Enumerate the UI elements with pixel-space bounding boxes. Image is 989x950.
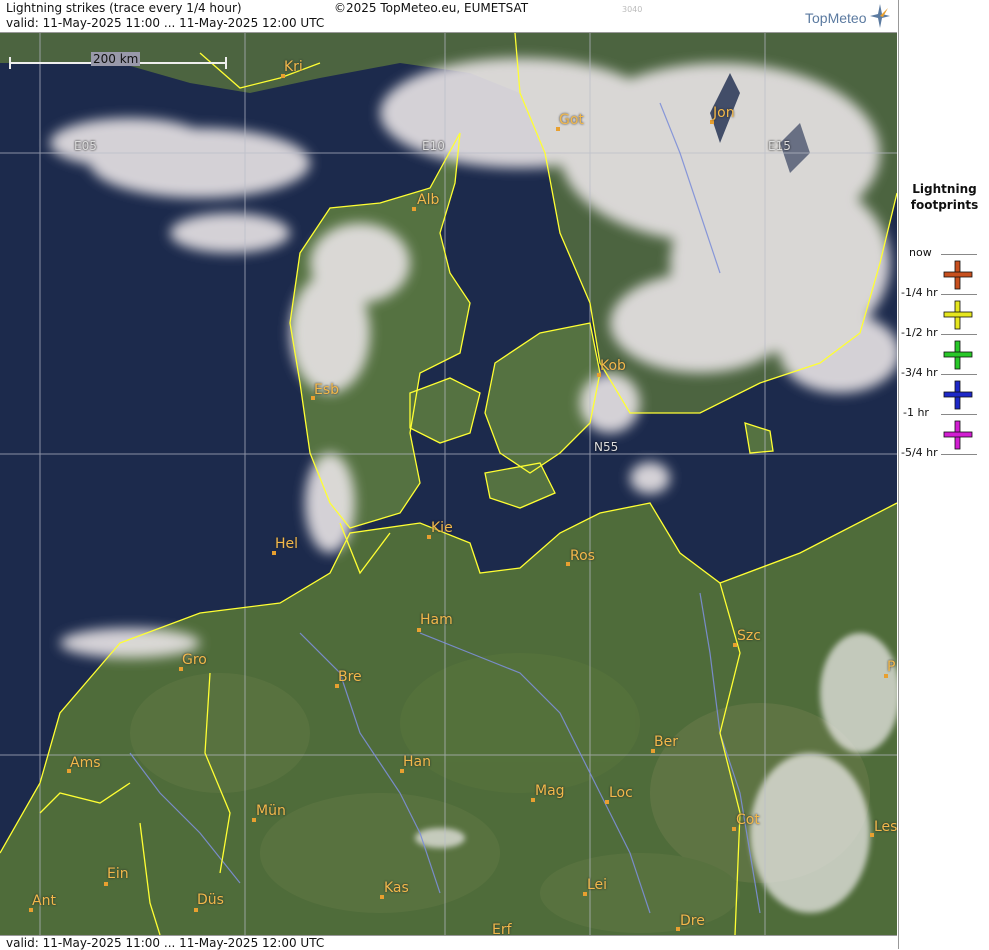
legend-divider [941, 254, 977, 255]
city-label: Ant [32, 893, 56, 909]
legend-divider [941, 334, 977, 335]
legend-title-line1: Lightning [912, 182, 977, 196]
city-label: Gro [182, 652, 207, 668]
legend-divider [941, 414, 977, 415]
legend-row-hour: -1 hr [899, 404, 989, 450]
city-label: Mag [535, 783, 565, 799]
legend-row-three-quarter: -3/4 hr [899, 364, 989, 410]
city-label: Kas [384, 880, 409, 896]
copyright-text: ©2025 TopMeteo.eu, EUMETSAT [334, 1, 529, 15]
scale-bar: 200 km [9, 52, 227, 69]
map-canvas [0, 33, 897, 935]
city-label: Ber [654, 734, 678, 750]
city-label: Ham [420, 612, 453, 628]
legend-divider [941, 374, 977, 375]
scale-tick-right [225, 57, 227, 69]
map-title: Lightning strikes (trace every 1/4 hour) [6, 1, 242, 15]
legend-row-quarter: -1/4 hr [899, 284, 989, 330]
city-label: Got [559, 112, 584, 128]
city-label: Erf [492, 922, 512, 935]
image-code: 3040 [622, 5, 643, 14]
city-dot [412, 207, 416, 211]
city-dot [417, 628, 421, 632]
legend-row-now: now [899, 244, 989, 290]
legend-row-five-quarter: -5/4 hr [899, 444, 989, 484]
legend-title-line2: footprints [910, 198, 979, 212]
city-label: Cot [736, 812, 760, 828]
city-dot [104, 882, 108, 886]
grid-label-e15: E15 [768, 139, 791, 153]
city-label: Jon [713, 105, 735, 121]
city-label: Dre [680, 913, 705, 929]
city-label: Düs [197, 892, 224, 908]
satellite-map[interactable]: 200 km E05 E10 E15 N55 Kri Got Jon Alb K… [0, 33, 897, 935]
city-label: Les [874, 819, 897, 835]
city-label: Loc [609, 785, 633, 801]
grid-label-e05: E05 [74, 139, 97, 153]
grid-label-n55: N55 [594, 440, 619, 454]
compass-star-icon [870, 4, 890, 28]
grid-label-e10: E10 [422, 139, 445, 153]
legend-label: -5/4 hr [901, 446, 938, 459]
legend-label: now [909, 246, 932, 259]
city-label: Esb [314, 382, 340, 398]
city-label: P [887, 659, 896, 675]
legend-label: -3/4 hr [901, 366, 938, 379]
city-label: Mün [256, 803, 286, 819]
city-label: Alb [417, 192, 440, 208]
footer-valid-time: valid: 11-May-2025 11:00 ... 11-May-2025… [6, 936, 325, 950]
city-label: Kob [600, 358, 626, 374]
city-label: Kie [431, 520, 453, 536]
legend-title: Lightning footprints [899, 181, 989, 213]
legend-panel: Lightning footprints now -1/4 hr -1/2 hr… [898, 0, 989, 949]
city-label: Ein [107, 866, 129, 882]
city-label: Ros [570, 548, 595, 564]
city-label: Bre [338, 669, 362, 685]
topmeteo-logo[interactable]: TopMeteo [805, 10, 866, 26]
scale-label: 200 km [91, 52, 141, 66]
scale-tick-left [9, 57, 11, 69]
legend-divider [941, 454, 977, 455]
city-dot [194, 908, 198, 912]
footer-bar: valid: 11-May-2025 11:00 ... 11-May-2025… [0, 935, 897, 950]
legend-label: -1 hr [903, 406, 929, 419]
city-label: Hel [275, 536, 299, 552]
city-label: Kri [284, 59, 303, 75]
valid-time: valid: 11-May-2025 11:00 ... 11-May-2025… [6, 16, 325, 30]
city-label: Han [403, 754, 431, 770]
city-label: Szc [737, 628, 761, 644]
city-label: Ams [70, 755, 101, 771]
city-label: Lei [587, 877, 608, 893]
legend-label: -1/2 hr [901, 326, 938, 339]
header-bar: Lightning strikes (trace every 1/4 hour)… [0, 0, 897, 33]
legend-divider [941, 294, 977, 295]
legend-row-half: -1/2 hr [899, 324, 989, 370]
legend-label: -1/4 hr [901, 286, 938, 299]
